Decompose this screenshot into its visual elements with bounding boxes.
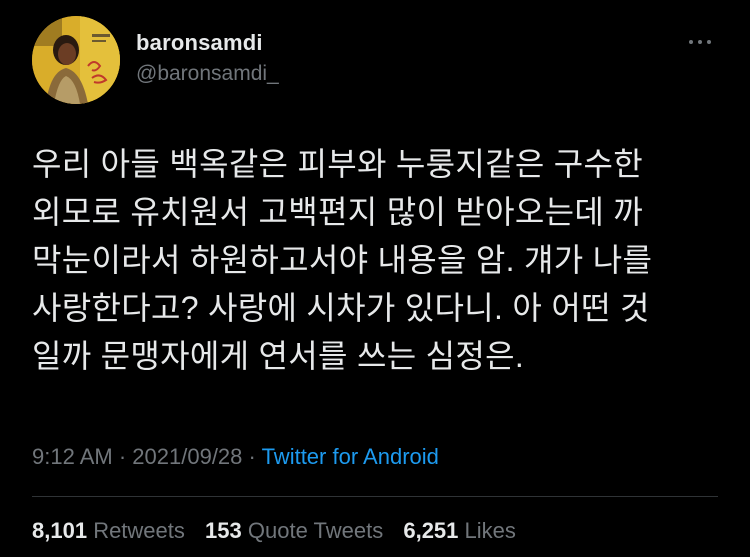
tweet-time[interactable]: 9:12 AM (32, 444, 113, 469)
author-handle[interactable]: @baronsamdi_ (136, 62, 279, 86)
author-display-name[interactable]: baronsamdi (136, 30, 263, 56)
more-horizontal-icon (707, 40, 711, 44)
more-horizontal-icon (698, 40, 702, 44)
album-cover-avatar-icon (32, 16, 120, 104)
avatar[interactable] (32, 16, 120, 104)
more-horizontal-icon (689, 40, 693, 44)
engagement-stats: 8,101 Retweets 153 Quote Tweets 6,251 Li… (32, 518, 530, 544)
tweet-text-line: 외모로 유치원서 고백편지 많이 받아오는데 까 (32, 194, 644, 230)
quote-tweets-stat[interactable]: 153 Quote Tweets (205, 518, 383, 544)
quote-tweets-count: 153 (205, 518, 242, 543)
retweets-stat[interactable]: 8,101 Retweets (32, 518, 185, 544)
divider (32, 496, 718, 497)
tweet-text-line: 우리 아들 백옥같은 피부와 누룽지같은 구수한 (32, 146, 644, 182)
tweet-source-link[interactable]: Twitter for Android (262, 444, 439, 469)
tweet-text: 우리 아들 백옥같은 피부와 누룽지같은 구수한 외모로 유치원서 고백편지 많… (32, 140, 722, 380)
tweet-text-line: 사랑한다고? 사랑에 시차가 있다니. 아 어떤 것 (32, 290, 650, 326)
likes-count: 6,251 (403, 518, 459, 543)
tweet-text-line: 일까 문맹자에게 연서를 쓰는 심정은. (32, 338, 525, 374)
likes-label: Likes (464, 518, 516, 543)
tweet-card: baronsamdi @baronsamdi_ 우리 아들 백옥같은 피부와 누… (0, 0, 750, 557)
quote-tweets-label: Quote Tweets (247, 518, 384, 543)
meta-separator: · (118, 444, 127, 469)
retweets-count: 8,101 (32, 518, 88, 543)
tweet-date[interactable]: 2021/09/28 (132, 444, 242, 469)
tweet-metadata: 9:12 AM · 2021/09/28 · Twitter for Andro… (32, 444, 439, 470)
meta-separator: · (248, 444, 256, 469)
likes-stat[interactable]: 6,251 Likes (403, 518, 516, 544)
retweets-label: Retweets (93, 518, 185, 543)
more-options-button[interactable] (680, 30, 720, 54)
tweet-text-line: 막눈이라서 하원하고서야 내용을 암. 걔가 나를 (32, 242, 653, 278)
